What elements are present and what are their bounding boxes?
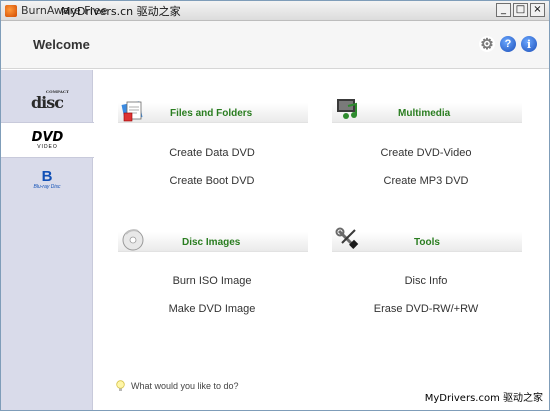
maximize-button[interactable]: □	[513, 3, 528, 17]
sidebar-item-compact-disc[interactable]: COMPACT disc	[1, 84, 93, 120]
watermark: MyDrivers.com 驱动之家	[424, 393, 543, 404]
burn-iso-image-link[interactable]: Burn ISO Image	[152, 275, 272, 287]
header: Welcome ⚙ ? i	[1, 21, 549, 69]
page-title: Welcome	[33, 37, 90, 52]
tip-text: What would you like to do?	[131, 381, 239, 391]
blu-ray-logo-icon: B Blu-ray Disc	[33, 168, 61, 190]
section-title: Files and Folders	[170, 108, 253, 119]
files-folders-icon	[121, 101, 143, 122]
app-window: BurnAware Free MyDrivers.cn 驱动之家 _ □ × W…	[0, 0, 550, 411]
section-title: Tools	[414, 237, 440, 248]
sidebar-item-blu-ray[interactable]: B Blu-ray Disc	[1, 162, 93, 198]
window-controls: _ □ ×	[496, 3, 545, 17]
disc-info-link[interactable]: Disc Info	[366, 275, 486, 287]
erase-dvd-rw-link[interactable]: Erase DVD-RW/+RW	[366, 303, 486, 315]
create-dvd-video-link[interactable]: Create DVD-Video	[366, 147, 486, 159]
dvd-logo-icon: DVD VIDEO	[31, 129, 64, 150]
disc-images-icon	[122, 229, 144, 251]
sidebar-item-dvd[interactable]: DVD VIDEO	[1, 122, 94, 158]
create-data-dvd-link[interactable]: Create Data DVD	[152, 147, 272, 159]
info-icon[interactable]: i	[521, 36, 537, 52]
header-icons: ⚙ ? i	[479, 36, 537, 53]
create-boot-dvd-link[interactable]: Create Boot DVD	[152, 175, 272, 187]
close-button[interactable]: ×	[530, 3, 545, 17]
gear-icon[interactable]: ⚙	[479, 36, 495, 53]
make-dvd-image-link[interactable]: Make DVD Image	[152, 303, 272, 315]
title-bar[interactable]: BurnAware Free MyDrivers.cn 驱动之家 _ □ ×	[1, 1, 549, 21]
section-title: Multimedia	[398, 108, 451, 119]
sidebar: COMPACT disc DVD VIDEO B Blu-ray Disc	[1, 70, 94, 410]
tools-icon	[335, 227, 359, 249]
compact-disc-logo-icon: COMPACT disc	[30, 88, 69, 112]
title-watermark: MyDrivers.cn 驱动之家	[61, 5, 181, 18]
app-icon	[5, 5, 17, 17]
tip: What would you like to do?	[116, 380, 239, 392]
minimize-button[interactable]: _	[496, 3, 511, 17]
help-icon[interactable]: ?	[500, 36, 516, 52]
section-title: Disc Images	[182, 237, 241, 248]
multimedia-icon	[337, 99, 357, 119]
lightbulb-icon	[116, 380, 125, 391]
main-content: Files and Folders Create Data DVD Create…	[94, 70, 549, 410]
create-mp3-dvd-link[interactable]: Create MP3 DVD	[366, 175, 486, 187]
